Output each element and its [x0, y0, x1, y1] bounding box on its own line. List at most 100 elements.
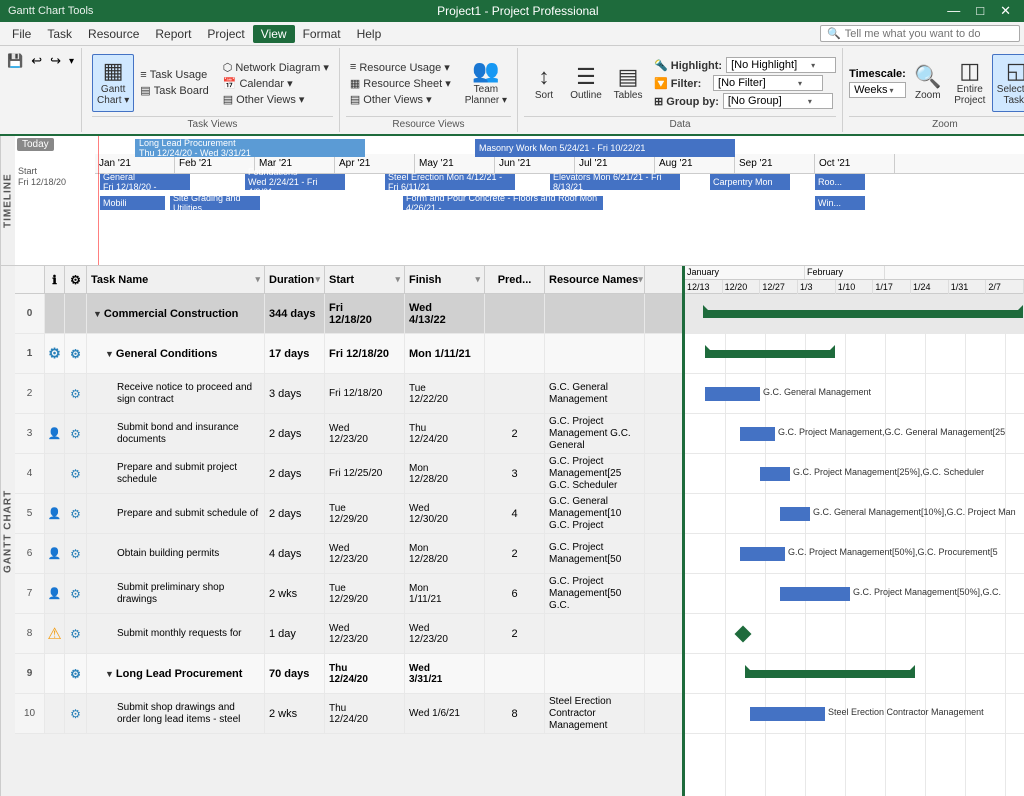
gantt-row-8: [685, 614, 1024, 654]
highlight-select[interactable]: [No Highlight] ▾: [726, 57, 836, 73]
cell-info-0: [45, 294, 65, 333]
gantt-month-jan: January: [685, 266, 805, 279]
task-board-icon: ▤: [140, 84, 150, 97]
tables-icon: ▤: [618, 66, 639, 88]
cell-num-7: 7: [15, 574, 45, 613]
cell-pred-1: [485, 334, 545, 373]
tl-bar-procurement: Long Lead ProcurementThu 12/24/20 - Wed …: [135, 139, 365, 157]
col-info[interactable]: ℹ: [45, 266, 65, 293]
groupby-select[interactable]: [No Group] ▾: [723, 93, 833, 109]
gantt-chart-btn[interactable]: ▦ GanttChart ▾: [92, 54, 134, 112]
calendar-btn[interactable]: 📅 Calendar ▾: [219, 76, 333, 91]
col-res[interactable]: Resource Names ▾: [545, 266, 645, 293]
task-usage-btn[interactable]: ≡ Task Usage: [136, 68, 212, 82]
table-row[interactable]: 2 ⚙ Receive notice to proceed and sign c…: [15, 374, 682, 414]
close-btn[interactable]: ✕: [995, 3, 1016, 19]
cell-name-1: ▼ General Conditions: [87, 334, 265, 373]
timescale-select[interactable]: Weeks ▾: [849, 82, 906, 98]
cell-info-6: 👤: [45, 534, 65, 573]
col-task-name[interactable]: Task Name ▾: [87, 266, 265, 293]
col-mode[interactable]: ⚙: [65, 266, 87, 293]
cell-start-10: Thu12/24/20: [325, 694, 405, 733]
cell-info-4: [45, 454, 65, 493]
zoom-group-label: Zoom: [849, 116, 1024, 130]
entire-project-btn[interactable]: ◫ EntireProject: [950, 54, 990, 112]
cell-finish-2: Tue12/22/20: [405, 374, 485, 413]
sort-btn[interactable]: ↕ Sort: [524, 54, 564, 112]
undo-icon[interactable]: ↩: [28, 52, 45, 70]
network-diagram-btn[interactable]: ⬡ Network Diagram ▾: [219, 60, 333, 75]
menu-help[interactable]: Help: [349, 25, 390, 43]
views2-icon: ▤: [350, 93, 360, 106]
table-row[interactable]: 7 👤 ⚙ Submit preliminary shop drawings 2…: [15, 574, 682, 614]
menu-project[interactable]: Project: [199, 25, 252, 43]
outline-btn[interactable]: ☰ Outline: [566, 54, 606, 112]
maximize-btn[interactable]: □: [971, 3, 989, 19]
gantt-chart-area: January February 12/13 12/20 12/27 1/3 1…: [685, 266, 1024, 796]
menu-view[interactable]: View: [253, 25, 295, 43]
search-input[interactable]: [845, 28, 1005, 40]
selected-tasks-btn[interactable]: ◱ SelectedTasks: [992, 54, 1024, 112]
collapse-0[interactable]: ▼: [93, 309, 102, 319]
menu-resource[interactable]: Resource: [80, 25, 147, 43]
zoom-btn[interactable]: 🔍 Zoom: [908, 54, 948, 112]
table-row[interactable]: 9 ⚙ ▼ Long Lead Procurement 70 days Thu1…: [15, 654, 682, 694]
collapse-1[interactable]: ▼: [105, 349, 114, 359]
res-sheet-icon: ▦: [350, 77, 360, 90]
menu-report[interactable]: Report: [147, 25, 199, 43]
gantt-icon: ▦: [103, 60, 124, 82]
redo-icon[interactable]: ↪: [47, 52, 64, 70]
tl-bar-steel: Steel Erection Mon 4/12/21 - Fri 6/11/21: [385, 174, 515, 190]
cell-res-4: G.C. Project Management[25 G.C. Schedule…: [545, 454, 645, 493]
gantt-bar-label-3: G.C. Project Management,G.C. General Man…: [778, 427, 1005, 437]
cell-info-8: ⚠: [45, 614, 65, 653]
table-row[interactable]: 5 👤 ⚙ Prepare and submit schedule of 2 d…: [15, 494, 682, 534]
table-row[interactable]: 3 👤 ⚙ Submit bond and insurance document…: [15, 414, 682, 454]
other-views-btn[interactable]: ▤ Other Views ▾: [219, 92, 333, 107]
menu-task[interactable]: Task: [39, 25, 80, 43]
cell-info-5: 👤: [45, 494, 65, 533]
views-icon: ▤: [223, 93, 233, 106]
table-row[interactable]: 1 ⚙ ⚙ ▼ General Conditions 17 days Fri 1…: [15, 334, 682, 374]
resource-usage-btn[interactable]: ≡ Resource Usage ▾: [346, 60, 455, 75]
cell-res-9: [545, 654, 645, 693]
other-views2-btn[interactable]: ▤ Other Views ▾: [346, 92, 455, 107]
minimize-btn[interactable]: —: [942, 3, 965, 19]
save-icon[interactable]: 💾: [4, 52, 26, 70]
col-start[interactable]: Start ▾: [325, 266, 405, 293]
tables-btn[interactable]: ▤ Tables: [608, 54, 648, 112]
team-planner-btn[interactable]: 👥 TeamPlanner ▾: [461, 54, 511, 112]
tl-bar-mobili: Mobili: [100, 196, 165, 210]
highlight-row: 🔦 Highlight: [No Highlight] ▾: [654, 57, 836, 73]
cell-finish-10: Wed 1/6/21: [405, 694, 485, 733]
table-row[interactable]: 10 ⚙ Submit shop drawings and order long…: [15, 694, 682, 734]
cell-start-7: Tue12/29/20: [325, 574, 405, 613]
resource-sheet-btn[interactable]: ▦ Resource Sheet ▾: [346, 76, 455, 91]
col-finish[interactable]: Finish ▾: [405, 266, 485, 293]
col-duration[interactable]: Duration ▾: [265, 266, 325, 293]
gantt-date-131: 1/31: [949, 280, 987, 294]
gantt-bar-7: [780, 587, 850, 601]
table-row[interactable]: 0 ▼ Commercial Construction 344 days Fri…: [15, 294, 682, 334]
task-usage-icon: ≡: [140, 69, 146, 81]
search-box[interactable]: 🔍: [820, 25, 1020, 42]
table-row[interactable]: 6 👤 ⚙ Obtain building permits 4 days Wed…: [15, 534, 682, 574]
menu-format[interactable]: Format: [295, 25, 349, 43]
col-pred[interactable]: Pred...: [485, 266, 545, 293]
task-board-btn[interactable]: ▤ Task Board: [136, 83, 212, 98]
menu-file[interactable]: File: [4, 25, 39, 43]
more-icon[interactable]: ▾: [66, 55, 77, 68]
gantt-bar-10: [750, 707, 825, 721]
cell-num-1: 1: [15, 334, 45, 373]
cell-start-4: Fri 12/25/20: [325, 454, 405, 493]
table-row[interactable]: 8 ⚠ ⚙ Submit monthly requests for 1 day …: [15, 614, 682, 654]
filter-select[interactable]: [No Filter] ▾: [713, 75, 823, 91]
cell-finish-4: Mon12/28/20: [405, 454, 485, 493]
person-icon-7: 👤: [48, 587, 62, 600]
cell-res-5: G.C. General Management[10 G.C. Project: [545, 494, 645, 533]
collapse-9[interactable]: ▼: [105, 669, 114, 679]
cell-mode-3: ⚙: [65, 414, 87, 453]
table-row[interactable]: 4 ⚙ Prepare and submit project schedule …: [15, 454, 682, 494]
tl-bar-elevators: Elevators Mon 6/21/21 - Fri 8/13/21: [550, 174, 680, 190]
gantt-bar-9: [745, 670, 915, 678]
